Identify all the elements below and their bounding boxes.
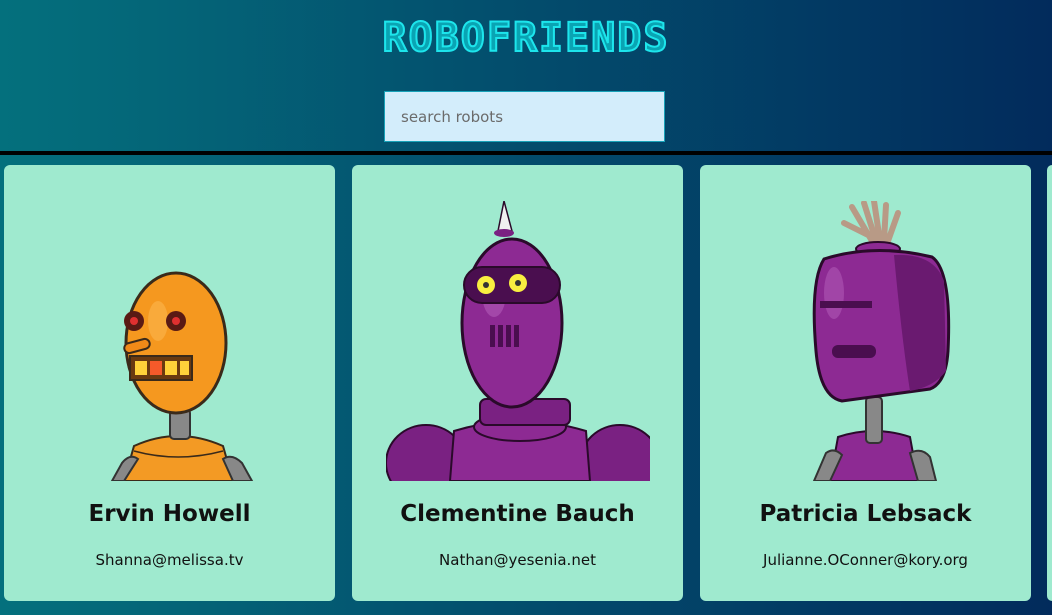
- robot-avatar: [386, 201, 650, 481]
- robot-avatar: [38, 201, 302, 481]
- robot-name: Patricia Lebsack: [759, 501, 972, 527]
- purple-spiked-robot-icon: [386, 201, 650, 481]
- card-list: Ervin Howell Shanna@melissa.tv Clementin…: [0, 155, 1052, 615]
- robot-card[interactable]: Clementine Bauch Nathan@yesenia.net: [352, 165, 683, 601]
- purple-tufted-robot-icon: [812, 201, 951, 481]
- robot-avatar: [734, 201, 998, 481]
- orange-robot-icon: [110, 271, 254, 481]
- header: ROBOFRIENDS: [0, 0, 1052, 151]
- robot-name: Clementine Bauch: [400, 501, 635, 527]
- robot-card[interactable]: Patricia Lebsack Julianne.OConner@kory.o…: [700, 165, 1031, 601]
- robot-email: Shanna@melissa.tv: [95, 551, 244, 569]
- robot-email: Julianne.OConner@kory.org: [763, 551, 968, 569]
- robot-email: Nathan@yesenia.net: [439, 551, 596, 569]
- robot-name: Ervin Howell: [88, 501, 251, 527]
- app-title: ROBOFRIENDS: [382, 14, 670, 62]
- search-input[interactable]: [384, 91, 665, 142]
- robot-card-partial[interactable]: [1047, 165, 1052, 601]
- robot-card[interactable]: Ervin Howell Shanna@melissa.tv: [4, 165, 335, 601]
